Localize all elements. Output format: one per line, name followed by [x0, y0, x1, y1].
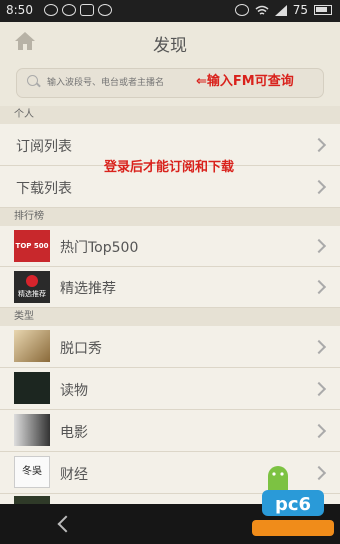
infinity-icon: [62, 4, 76, 16]
chevron-right-icon: [311, 381, 327, 397]
finance-thumbnail: 冬吳: [14, 456, 50, 488]
signal-icon: [274, 4, 287, 16]
list-item-label: 读物: [60, 383, 88, 399]
search-annotation: ⇐输入FM可查询: [196, 74, 294, 89]
list-item-top500[interactable]: TOP 500 热门Top500: [0, 226, 340, 267]
list-item-label: 脱口秀: [60, 341, 102, 357]
partial-thumbnail: [14, 496, 50, 504]
list-item-talkshow[interactable]: 脱口秀: [0, 326, 340, 368]
chat-icon: [44, 4, 58, 16]
chevron-right-icon: [311, 423, 327, 439]
section-personal: 个人: [0, 106, 340, 125]
alarm-icon: [234, 4, 249, 16]
featured-thumb-text: 精选推荐: [18, 290, 46, 298]
list-item-label: 热门Top500: [60, 240, 139, 256]
header: 发现: [0, 22, 340, 63]
section-ranking: 排行榜: [0, 208, 340, 227]
image-icon: [80, 4, 94, 16]
back-icon[interactable]: [57, 515, 75, 533]
list-item-label: 财经: [60, 467, 88, 483]
reading-thumbnail: [14, 372, 50, 404]
page-title: 发现: [153, 36, 187, 56]
pc6-watermark-logo: pc6: [252, 466, 334, 536]
chevron-right-icon: [311, 238, 327, 254]
battery-level: 75: [292, 3, 308, 17]
featured-thumbnail: 精选推荐: [14, 271, 50, 303]
chevron-right-icon: [311, 279, 327, 295]
talkshow-thumbnail: [14, 330, 50, 362]
battery-icon: [314, 5, 332, 15]
search-icon: [27, 75, 38, 86]
watermark-text: pc6: [275, 494, 311, 515]
wifi-icon: [255, 5, 269, 15]
list-item-featured[interactable]: 精选推荐 精选推荐: [0, 267, 340, 308]
list-item-label: 精选推荐: [60, 281, 116, 297]
notification-icons: [44, 4, 112, 16]
login-annotation: 登录后才能订阅和下载: [104, 160, 235, 175]
list-item-label: 订阅列表: [16, 139, 72, 155]
list-item-label: 电影: [60, 425, 88, 441]
chevron-right-icon: [311, 137, 327, 153]
status-bar: 8:50 75: [0, 0, 340, 22]
section-types: 类型: [0, 308, 340, 327]
list-item-reading[interactable]: 读物: [0, 368, 340, 410]
status-right: 75: [234, 3, 332, 17]
search-input[interactable]: [47, 73, 207, 93]
top500-thumbnail: TOP 500: [14, 230, 50, 262]
chevron-right-icon: [311, 179, 327, 195]
berry-image: [26, 275, 38, 287]
check-icon: [98, 4, 112, 16]
list-item-label: 下载列表: [16, 181, 72, 197]
status-time: 8:50: [6, 3, 33, 17]
movies-thumbnail: [14, 414, 50, 446]
list-item-movies[interactable]: 电影: [0, 410, 340, 452]
chevron-right-icon: [311, 339, 327, 355]
